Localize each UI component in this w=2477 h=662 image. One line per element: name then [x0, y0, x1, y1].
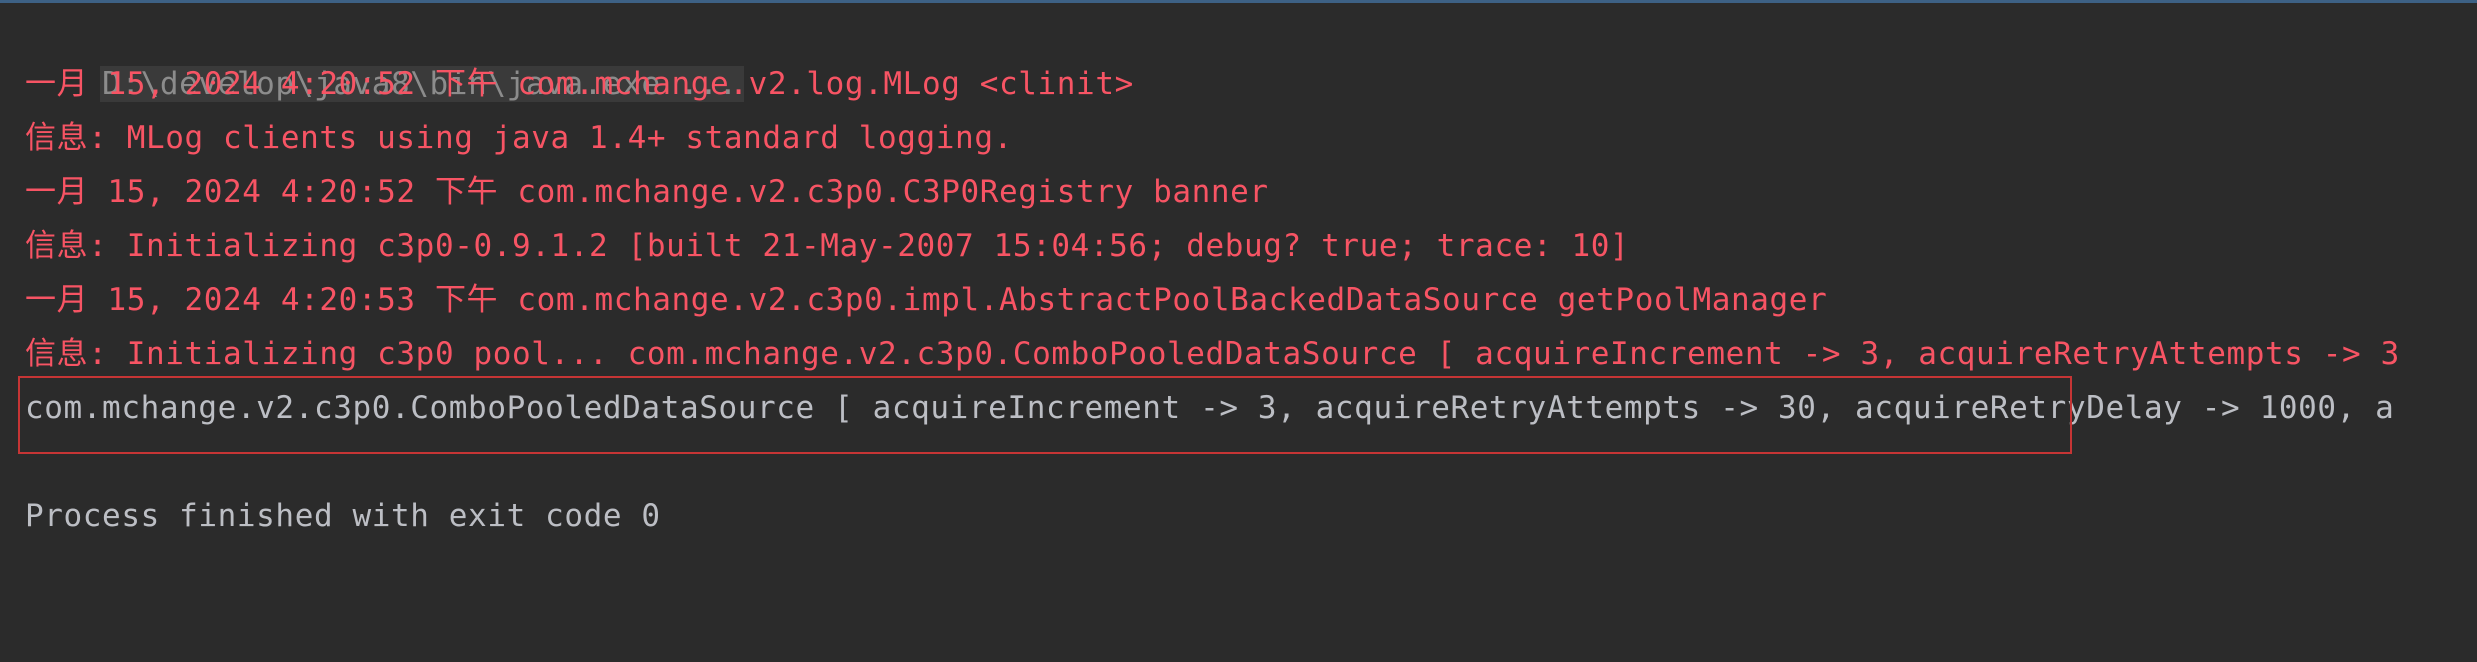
- log-line-1: 一月 15, 2024 4:20:52 下午 com.mchange.v2.lo…: [25, 66, 1134, 102]
- stdout-datasource-line: com.mchange.v2.c3p0.ComboPooledDataSourc…: [25, 390, 2395, 426]
- process-exit-message: Process finished with exit code 0: [25, 498, 661, 534]
- log-line-3: 一月 15, 2024 4:20:52 下午 com.mchange.v2.c3…: [25, 174, 1269, 210]
- log-line-5: 一月 15, 2024 4:20:53 下午 com.mchange.v2.c3…: [25, 282, 1828, 318]
- console-command-line: D:\develop\java8\bin\java.exe ...: [25, 3, 744, 102]
- run-console-output[interactable]: D:\develop\java8\bin\java.exe ... 一月 15,…: [0, 0, 2477, 662]
- log-line-4: 信息: Initializing c3p0-0.9.1.2 [built 21-…: [25, 228, 1630, 264]
- log-line-2: 信息: MLog clients using java 1.4+ standar…: [25, 120, 1013, 156]
- log-line-6: 信息: Initializing c3p0 pool... com.mchang…: [25, 336, 2400, 372]
